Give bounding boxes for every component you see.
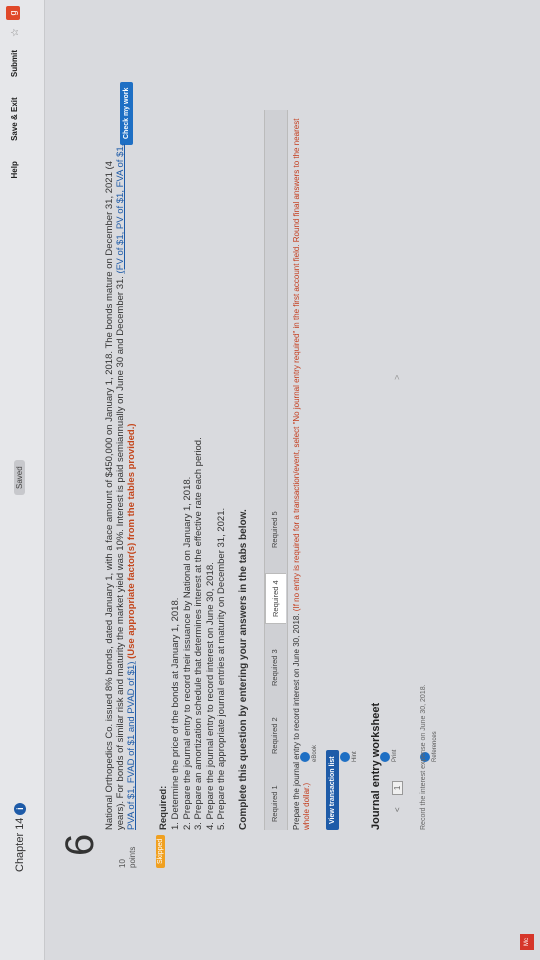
tab-required-2[interactable]: Required 2 bbox=[270, 717, 279, 754]
tab-required-4[interactable]: Required 4 bbox=[265, 573, 286, 624]
worksheet-title: Journal entry worksheet bbox=[370, 702, 382, 830]
chapter-title: Chapter 14 i bbox=[14, 802, 26, 872]
top-bar: Chapter 14 i Saved Help Save & Exit Submi… bbox=[0, 0, 45, 960]
hint-tool[interactable]: Hint bbox=[340, 732, 358, 762]
worksheet-nav: < 1 bbox=[392, 771, 403, 812]
top-links: Help Save & Exit Submit bbox=[10, 50, 19, 197]
print-tool[interactable]: Print bbox=[380, 732, 398, 762]
problem-instruction: (Use appropriate factor(s) from the tabl… bbox=[126, 423, 137, 659]
check-my-work-button[interactable]: Check my work bbox=[120, 81, 133, 145]
tab-required-3[interactable]: Required 3 bbox=[270, 649, 279, 686]
tab-instruction-text: Prepare the journal entry to record inte… bbox=[292, 613, 301, 830]
required-list: 1. Determine the price of the bonds at J… bbox=[170, 437, 228, 830]
browser-screen: Chapter 14 i Saved Help Save & Exit Submi… bbox=[0, 0, 540, 960]
tab-required-5[interactable]: Required 5 bbox=[270, 511, 279, 548]
hint-label: Hint bbox=[352, 751, 358, 762]
required-item: 2. Prepare the journal entry to record t… bbox=[181, 476, 193, 830]
taskbar-logo-icon: Mc bbox=[520, 934, 534, 950]
view-transaction-list-button[interactable]: View transaction list bbox=[326, 750, 339, 830]
submit-link[interactable]: Submit bbox=[10, 50, 19, 77]
required-heading: Required: bbox=[158, 785, 169, 830]
points-value: 10 bbox=[118, 859, 127, 868]
required-item: 5. Prepare the appropriate journal entri… bbox=[216, 507, 227, 830]
save-exit-link[interactable]: Save & Exit bbox=[10, 97, 19, 141]
ebook-label: eBook bbox=[312, 744, 318, 762]
points-label: points bbox=[128, 846, 137, 868]
complete-instruction: Complete this question by entering your … bbox=[238, 509, 249, 830]
print-label: Print bbox=[392, 749, 398, 762]
next-arrow-icon[interactable]: > bbox=[392, 375, 402, 380]
hint-icon bbox=[340, 752, 350, 762]
extension-icon[interactable]: g bbox=[6, 6, 20, 20]
problem-statement: National Orthopedics Co. issued 8% bonds… bbox=[104, 140, 137, 830]
tab-required-1[interactable]: Required 1 bbox=[270, 785, 279, 822]
references-label: References bbox=[432, 731, 438, 762]
tab-instructions: Prepare the journal entry to record inte… bbox=[292, 110, 312, 830]
question-number: 6 bbox=[58, 833, 102, 856]
required-item: 1. Determine the price of the bonds at J… bbox=[170, 597, 181, 830]
tabs-bar: Required 1 Required 2 Required 3 Require… bbox=[264, 110, 288, 830]
record-instruction: Record the interest expense on June 30, … bbox=[420, 684, 427, 830]
skipped-badge: Skipped bbox=[156, 834, 165, 868]
prev-arrow-icon[interactable]: < bbox=[393, 807, 402, 812]
info-icon[interactable]: i bbox=[14, 802, 26, 815]
required-item: 4. Prepare the journal entry to record i… bbox=[204, 562, 216, 830]
star-icon[interactable]: ☆ bbox=[10, 28, 21, 37]
required-item: 3. Prepare an amortization schedule that… bbox=[193, 437, 204, 830]
worksheet-page[interactable]: 1 bbox=[392, 780, 403, 796]
points-info: 10 points bbox=[118, 847, 138, 868]
help-link[interactable]: Help bbox=[10, 161, 19, 178]
chapter-label: Chapter 14 bbox=[14, 817, 26, 872]
saved-status: Saved bbox=[14, 460, 25, 495]
